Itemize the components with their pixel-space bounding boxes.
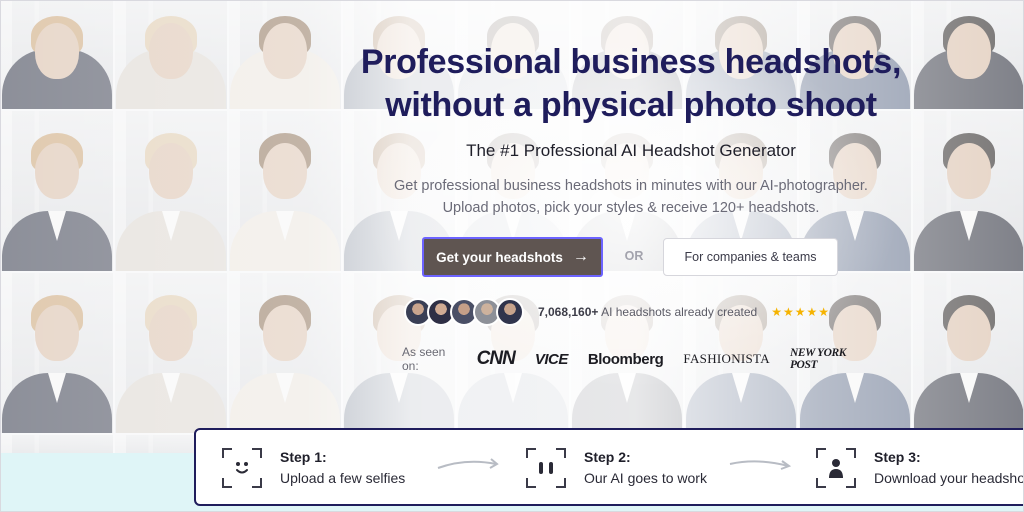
new-york-post-logo: NEW YORK POST [789, 347, 847, 371]
get-headshots-button[interactable]: Get your headshots → [422, 237, 603, 277]
hero-subtitle: The #1 Professional AI Headshot Generato… [466, 141, 796, 160]
selfie-face-icon [222, 448, 262, 488]
step-3-subtitle: Download your headshots [874, 470, 1024, 486]
step-2: Step 2: Our AI goes to work [526, 446, 707, 490]
bloomberg-logo: Bloomberg [587, 350, 664, 368]
avatar [496, 298, 524, 326]
arrow-right-icon: → [572, 248, 589, 265]
person-download-icon [816, 448, 856, 488]
vice-logo: VICE [534, 350, 569, 368]
fashionista-logo: FASHIONISTA [683, 351, 770, 366]
press-logos: As seen on: CNN VICE Bloomberg FASHIONIS… [402, 345, 872, 373]
headline-line-1: Professional business headshots, [360, 43, 902, 81]
rating-stars: ★★★★★ [771, 305, 830, 319]
headshot-count-text: 7,068,160+ AI headshots already created [538, 305, 757, 319]
hero-section: Professional business headshots, without… [341, 41, 921, 219]
hero-headline: Professional business headshots, without… [341, 41, 921, 127]
ai-eyes-icon [526, 448, 566, 488]
step-connector-arrow-icon [729, 460, 792, 470]
star-icon: ★ [806, 305, 819, 319]
hero-description: Get professional business headshots in m… [394, 178, 868, 216]
customer-avatars [404, 298, 524, 326]
step-1-subtitle: Upload a few selfies [280, 470, 406, 486]
steps-card: Step 1: Upload a few selfies Step 2: Our… [194, 428, 1024, 506]
star-icon: ★ [794, 305, 807, 319]
step-2-subtitle: Our AI goes to work [584, 470, 707, 486]
social-proof-stats: 7,068,160+ AI headshots already created … [404, 296, 864, 328]
companies-teams-button[interactable]: For companies & teams [663, 238, 838, 276]
cnn-logo: CNN [476, 348, 516, 369]
star-icon: ★ [818, 305, 831, 319]
or-divider: OR [624, 249, 644, 263]
page-frame: Professional business headshots, without… [0, 0, 1024, 512]
star-icon: ★ [771, 305, 783, 319]
headshot-count: 7,068,160+ [538, 305, 599, 319]
step-2-title: Step 2: [584, 449, 631, 465]
get-headshots-label: Get your headshots [436, 249, 563, 265]
step-connector-arrow-icon [437, 458, 499, 469]
step-1-title: Step 1: [280, 449, 327, 465]
headshot-count-suffix: AI headshots already created [601, 305, 758, 319]
step-3: Step 3: Download your headshots [816, 446, 1024, 490]
step-3-title: Step 3: [874, 449, 921, 465]
headline-line-2: without a physical photo shoot [385, 86, 877, 124]
star-icon: ★ [782, 305, 795, 319]
as-seen-on-label: As seen on: [402, 345, 446, 373]
step-1: Step 1: Upload a few selfies [222, 446, 405, 490]
cta-row: Get your headshots → OR For companies & … [422, 237, 842, 277]
